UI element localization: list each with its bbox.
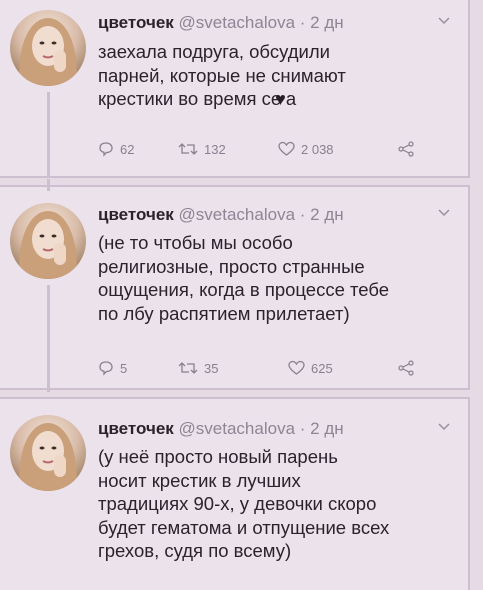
tweet-line: парней, которые не снимают — [98, 64, 346, 86]
tweet-line: традициях 90-х, у девочки скоро — [98, 493, 377, 514]
black-heart-icon: ♥ — [275, 89, 286, 109]
tweet-card[interactable]: цветочек @svetachalova · 2 дн (у неё про… — [0, 397, 470, 590]
avatar[interactable] — [10, 203, 86, 279]
tweet-line: религиозные, просто странные — [98, 255, 365, 277]
display-name[interactable]: цветочек — [98, 205, 174, 224]
display-name[interactable]: цветочек — [98, 419, 174, 438]
retweet-button[interactable]: 35 — [178, 360, 218, 376]
share-button[interactable] — [398, 360, 414, 376]
retweet-button[interactable]: 132 — [178, 141, 226, 157]
tweet-line: будет гематома и отпущение всех — [98, 516, 390, 538]
tweet-line: носит крестик в лучших — [98, 469, 301, 491]
handle[interactable]: @svetachalova — [179, 419, 296, 438]
tweet-line: (у неё просто новый парень — [98, 446, 338, 467]
tweet-card[interactable]: цветочек @svetachalova · 2 дн (не то что… — [0, 179, 470, 392]
tweet-header: цветочек @svetachalova · 2 дн — [98, 205, 344, 225]
timestamp[interactable]: · 2 дн — [300, 13, 344, 32]
reply-icon — [99, 361, 113, 376]
chevron-down-icon[interactable] — [438, 206, 450, 220]
tweet-line: грехов, судя по всему) — [98, 540, 292, 561]
heart-icon — [278, 141, 295, 156]
tweet-text: (не то чтобы мы особо религиозные, прост… — [98, 231, 448, 325]
like-button[interactable]: 625 — [288, 360, 333, 376]
tweet-header: цветочек @svetachalova · 2 дн — [98, 13, 344, 33]
tweet-actions: 62 132 2 038 — [98, 141, 428, 161]
retweet-count: 132 — [204, 141, 226, 157]
tweet-card[interactable]: цветочек @svetachalova · 2 дн заехала по… — [0, 0, 470, 178]
avatar[interactable] — [10, 10, 86, 86]
share-icon — [398, 141, 414, 157]
heart-icon — [288, 360, 305, 375]
thread-line — [47, 285, 50, 392]
thread-line — [47, 179, 50, 191]
tweet-text: заехала подруга, обсудили парней, которы… — [98, 40, 448, 112]
like-button[interactable]: 2 038 — [278, 141, 334, 157]
reply-button[interactable]: 62 — [98, 141, 134, 157]
tweet-actions: 5 35 625 — [98, 360, 428, 380]
share-icon — [398, 360, 414, 376]
tweet-line: заехала подруга, обсудили — [98, 41, 330, 62]
like-count: 2 038 — [301, 141, 334, 157]
handle[interactable]: @svetachalova — [179, 205, 296, 224]
tweet-line: (не то чтобы мы особо — [98, 232, 293, 253]
tweet-line-suffix: а — [285, 88, 297, 109]
retweet-icon — [178, 143, 198, 155]
reply-button[interactable]: 5 — [98, 360, 127, 376]
reply-count: 5 — [120, 360, 128, 376]
retweet-icon — [178, 362, 198, 374]
chevron-down-icon[interactable] — [438, 14, 450, 28]
reply-icon — [99, 142, 113, 157]
avatar[interactable] — [10, 415, 86, 491]
tweet-line: по лбу распятием прилетает) — [98, 302, 350, 324]
thread-line — [47, 92, 50, 178]
reply-count: 62 — [120, 141, 135, 157]
tweet-header: цветочек @svetachalova · 2 дн — [98, 419, 344, 439]
tweet-text: (у неё просто новый парень носит крестик… — [98, 445, 448, 563]
tweet-line: крестики во время се♥а — [98, 87, 448, 112]
share-button[interactable] — [398, 141, 414, 157]
tweet-line-text: крестики во время се — [98, 88, 282, 109]
like-count: 625 — [311, 360, 333, 376]
timestamp[interactable]: · 2 дн — [300, 419, 344, 438]
timestamp[interactable]: · 2 дн — [300, 205, 344, 224]
handle[interactable]: @svetachalova — [179, 13, 296, 32]
display-name[interactable]: цветочек — [98, 13, 174, 32]
chevron-down-icon[interactable] — [438, 420, 450, 434]
tweet-line: ощущения, когда в процессе тебе — [98, 279, 390, 300]
retweet-count: 35 — [204, 360, 219, 376]
